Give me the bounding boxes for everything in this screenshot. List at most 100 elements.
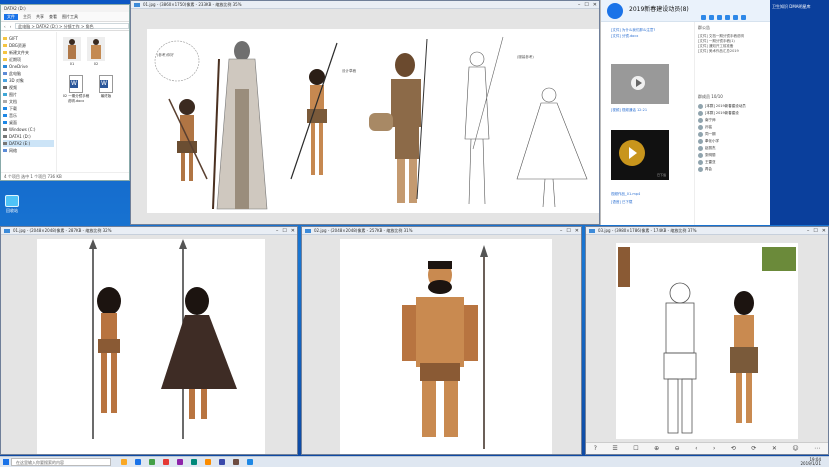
sidebar-item[interactable]: 下载 [3,105,54,112]
taskbar-search-input[interactable]: 在这里输入你要搜索的内容 [11,458,111,466]
video-message[interactable] [611,64,669,104]
taskbar-app-icon[interactable] [219,459,225,465]
sidebar-item[interactable]: DBG资源 [3,42,54,49]
sidebar-item[interactable]: 桌面 [3,119,54,126]
member-item[interactable]: [本群] 2019新春建设动员 [698,103,768,110]
sidebar-item[interactable]: 文档 [3,98,54,105]
taskbar-app-icon[interactable] [233,459,239,465]
ribbon-tab-share[interactable]: 共享 [36,14,44,20]
file-item[interactable]: 最终版 [95,75,117,99]
ribbon-tab-view[interactable]: 查看 [49,14,57,20]
close-icon[interactable]: ✕ [822,227,826,235]
sidebar-item[interactable]: Windows (C:) [3,126,54,133]
sidebar-item-selected[interactable]: DATA2 (E:) [3,140,54,147]
member-item[interactable]: 同一期 [698,131,768,138]
zoom-out-icon[interactable]: ⊖ [675,445,680,452]
rotate-left-icon[interactable]: ⟲ [731,445,736,452]
zoom-in-icon[interactable]: ⊕ [654,445,659,452]
forward-arrow-icon[interactable]: › [10,24,12,29]
audio-message[interactable]: 已下载 [611,130,669,180]
emoji-icon[interactable]: ☺ [792,445,798,452]
member-item[interactable]: 南宁师 [698,117,768,124]
taskbar-app-icon[interactable] [205,459,211,465]
play-icon[interactable] [631,76,645,90]
rotate-right-icon[interactable]: ⟳ [751,445,756,452]
next-image-icon[interactable]: › [713,445,715,452]
close-icon[interactable]: ✕ [593,1,597,9]
chat-message[interactable]: [文件] 为什么我们那么注意? [611,28,655,33]
taskbar-app-icon[interactable] [177,459,183,465]
sidebar-item[interactable]: 新建文件夹 [3,49,54,56]
chat-message[interactable]: [文件] 分镜.docx [611,34,638,39]
maximize-icon[interactable]: ☐ [584,1,588,9]
taskbar-app-icon[interactable] [191,459,197,465]
more-icon[interactable]: ⋯ [814,445,820,452]
back-arrow-icon[interactable]: ‹ [4,24,6,29]
phone-icon[interactable] [701,15,706,20]
sidebar-item[interactable]: DATA1 (D:) [3,133,54,140]
share-screen-icon[interactable] [717,15,722,20]
minimize-icon[interactable]: – [807,227,810,235]
explorer-ribbon: 文件 主页 共享 查看 图片工具 [1,12,129,22]
sidebar-item-onedrive[interactable]: OneDrive [3,63,54,70]
taskbar-app-icon[interactable] [163,459,169,465]
chat-group-name: 2019新春建设动员(8) [629,6,689,13]
minimize-icon[interactable]: – [560,227,563,235]
file-item[interactable]: 02 一期分镜手稿说明.docx [61,75,91,104]
start-button[interactable] [0,457,11,467]
member-item[interactable]: [本群] 2019新春建设 [698,110,768,117]
taskbar-app-icon[interactable] [149,459,155,465]
sidebar-item[interactable]: GIFT [3,35,54,42]
maximize-icon[interactable]: ☐ [282,227,286,235]
prev-image-icon[interactable]: ‹ [695,445,697,452]
sidebar-item[interactable]: 近期项 [3,56,54,63]
file-icon[interactable] [725,15,730,20]
ribbon-tab-home[interactable]: 主页 [23,14,31,20]
help-icon[interactable]: ? [594,445,597,452]
sidebar-item[interactable]: 视频 [3,84,54,91]
avatar [698,160,703,165]
sidebar-item[interactable]: 音乐 [3,112,54,119]
chat-message[interactable]: 视频作品_01.mp4 [611,192,640,197]
member-item[interactable]: 张明丽 [698,152,768,159]
more-icon[interactable] [741,15,746,20]
taskbar-app-icon[interactable] [135,459,141,465]
chat-message[interactable]: [视频] 视频通话 12:21 [611,108,647,113]
sidebar-item-network[interactable]: 网络 [3,147,54,154]
play-icon[interactable] [619,140,645,166]
ribbon-tab-file[interactable]: 文件 [4,13,18,20]
member-item[interactable]: 再会 [698,166,768,173]
minimize-icon[interactable]: – [578,1,581,9]
system-clock[interactable]: 19:04 2019/1/21 [800,457,821,467]
announcement-item[interactable]: [文件] 美术作品汇总2019 [698,49,768,54]
sidebar-item[interactable]: 图片 [3,91,54,98]
app-icon[interactable] [733,15,738,20]
maximize-icon[interactable]: ☐ [566,227,570,235]
sidebar-item[interactable]: 3D 对象 [3,77,54,84]
close-icon[interactable]: ✕ [575,227,579,235]
address-bar[interactable]: 此电脑 > DATA2 (D:) > 分镜工作 > 角色 [15,23,129,29]
pc-icon [3,72,7,75]
delete-icon[interactable]: ✕ [772,445,777,452]
qq-group-chat-window: 2019新春建设动员(8) [文件] 为什么我们那么注意? [文件] 分镜.do… [600,0,770,225]
member-item[interactable]: 王雷亚 [698,159,768,166]
sidebar-item-this-pc[interactable]: 此电脑 [3,70,54,77]
member-item[interactable]: 赵丽杰 [698,145,768,152]
taskbar-app-icon[interactable] [121,459,127,465]
recycle-bin-shortcut[interactable]: 回收站 [2,195,22,214]
taskbar-app-icon[interactable] [247,459,253,465]
fit-window-icon[interactable]: ☐ [633,445,638,452]
member-item[interactable]: 奉化小学 [698,138,768,145]
video-call-icon[interactable] [709,15,714,20]
file-item[interactable]: 02 [85,37,107,66]
member-item[interactable]: 孙铭 [698,124,768,131]
close-icon[interactable]: ✕ [291,227,295,235]
chat-message[interactable]: [语音] 已下载 [611,200,632,205]
menu-icon[interactable]: ☰ [612,445,617,452]
maximize-icon[interactable]: ☐ [813,227,817,235]
file-item[interactable]: 01 [61,37,83,66]
minimize-icon[interactable]: – [276,227,279,235]
chat-toolbar [701,15,746,20]
video-icon [3,86,7,89]
ribbon-tab-picture-tools[interactable]: 图片工具 [62,14,78,20]
